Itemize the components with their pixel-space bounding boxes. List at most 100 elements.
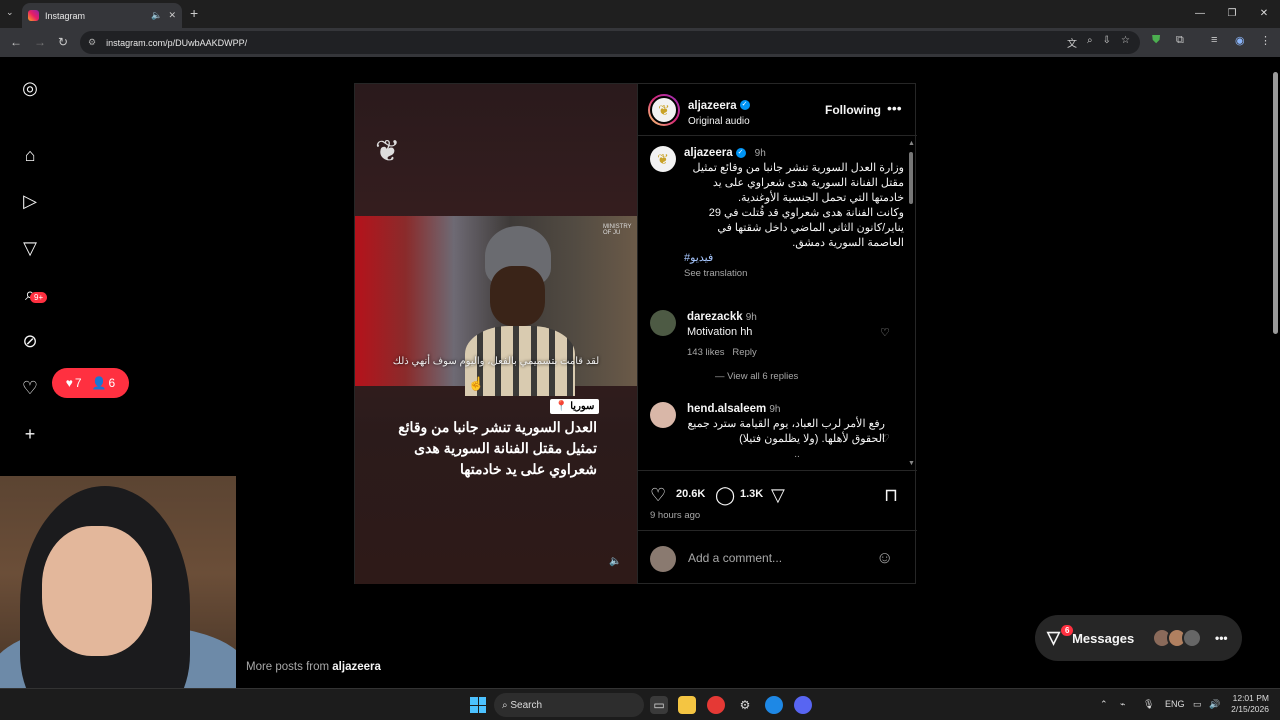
- audio-label[interactable]: Original audio: [688, 116, 750, 127]
- start-icon[interactable]: [470, 697, 486, 713]
- restore-icon[interactable]: ❐: [1216, 0, 1248, 28]
- author-username[interactable]: aljazeera: [688, 100, 737, 112]
- zoom-icon[interactable]: ⌕: [1087, 35, 1093, 50]
- notifications-heart-icon[interactable]: ♡: [19, 377, 41, 399]
- address-bar[interactable]: ⚙ instagram.com/p/DUwbAAKDWPP/: [80, 31, 1140, 54]
- messages-more-icon[interactable]: •••: [1215, 631, 1228, 645]
- instagram-favicon-icon: [28, 10, 39, 21]
- comments-section[interactable]: ❦ aljazeera ✓ 9h وزارة العدل السورية تنشر…: [638, 136, 917, 470]
- comment-text: رفع الأمر لرب العباد، يوم القيامة سترد ج…: [687, 418, 885, 445]
- comment-icon[interactable]: ◯: [715, 485, 735, 506]
- video-headline: العدل السورية تنشر جانبا من وقائع تمثيل …: [398, 419, 597, 477]
- reload-icon[interactable]: ↻: [58, 35, 68, 49]
- taskbar-search[interactable]: ⌕ Search: [494, 693, 644, 717]
- extensions-icon[interactable]: ⧉: [1176, 34, 1184, 47]
- tab-search-icon[interactable]: ⌄: [6, 7, 14, 18]
- see-translation-link[interactable]: See translation: [684, 266, 904, 281]
- settings-icon[interactable]: ⚙: [736, 696, 754, 714]
- commenter-avatar[interactable]: [650, 310, 676, 336]
- caption-username[interactable]: aljazeera: [684, 147, 733, 159]
- create-icon[interactable]: +: [19, 423, 41, 445]
- video-subtitle: لقد قامت بتسميمي بالفعل، واليوم سوف أنهي…: [392, 356, 600, 367]
- caption-avatar[interactable]: ❦: [650, 146, 676, 172]
- share-icon[interactable]: ▽: [771, 485, 785, 506]
- verified-badge-icon: ✓: [735, 148, 746, 159]
- tab-close-icon[interactable]: ✕: [168, 10, 176, 21]
- direct-messages-icon[interactable]: ▽: [19, 237, 41, 259]
- messages-badge: 9+: [30, 292, 48, 303]
- bookmark-star-icon[interactable]: ☆: [1121, 35, 1130, 50]
- task-view-icon[interactable]: ▭: [650, 696, 668, 714]
- emoji-icon[interactable]: ☺: [876, 548, 893, 568]
- comment-time: 9h: [745, 312, 757, 323]
- home-icon[interactable]: ⌂: [19, 144, 41, 166]
- site-info-icon[interactable]: ⚙: [88, 37, 96, 48]
- comments-scrollbar[interactable]: ▲ ▼: [908, 140, 915, 467]
- new-tab-button[interactable]: +: [190, 5, 198, 21]
- comment-like-icon[interactable]: ♡: [880, 326, 890, 339]
- like-icon[interactable]: ♡: [650, 485, 666, 506]
- language-indicator[interactable]: ENG: [1165, 699, 1185, 709]
- more-posts-user[interactable]: aljazeera: [332, 661, 381, 673]
- shield-extension-icon[interactable]: ⛊: [1152, 34, 1160, 47]
- volume-icon[interactable]: 🔈: [609, 556, 621, 567]
- chrome-icon[interactable]: [707, 696, 725, 714]
- install-icon[interactable]: ⇩: [1103, 35, 1111, 50]
- comment-likes[interactable]: 143 likes: [687, 347, 725, 358]
- commenter-username[interactable]: hend.alsaleem: [687, 403, 766, 415]
- add-comment-input[interactable]: Add a comment...: [688, 551, 782, 565]
- verified-badge-icon: ✓: [739, 99, 750, 110]
- instagram-logo-icon[interactable]: ◎: [19, 77, 41, 99]
- close-window-icon[interactable]: ✕: [1248, 0, 1280, 28]
- media-icon[interactable]: ≡: [1211, 34, 1217, 46]
- tray-arrow-icon[interactable]: ⌃: [1100, 699, 1108, 710]
- file-explorer-icon[interactable]: [678, 696, 696, 714]
- aljazeera-logo-icon: ❦: [375, 135, 401, 168]
- menu-dots-icon[interactable]: ⋮: [1260, 34, 1271, 47]
- scroll-up-icon[interactable]: ▲: [908, 140, 915, 147]
- view-replies-link[interactable]: — View all 6 replies: [687, 369, 907, 384]
- browser-tab[interactable]: Instagram 🔈 ✕: [22, 3, 182, 28]
- notification-popup[interactable]: ♥ 7 👤 6: [52, 368, 129, 398]
- reply-button[interactable]: Reply: [732, 347, 756, 358]
- commenter-avatar[interactable]: [650, 402, 676, 428]
- mic-icon[interactable]: 🎙: [1143, 699, 1154, 710]
- post-time: 9 hours ago: [650, 510, 701, 521]
- minimize-icon[interactable]: —: [1184, 0, 1216, 28]
- discord-icon[interactable]: [794, 696, 812, 714]
- display-icon[interactable]: ▭: [1193, 699, 1202, 710]
- edge-icon[interactable]: [765, 696, 783, 714]
- following-button[interactable]: Following: [825, 103, 881, 117]
- viewer-avatar: [650, 546, 676, 572]
- post-video[interactable]: ❦ MINISTRY OF JU لقد قامت بتسميمي بالفعل…: [355, 84, 637, 584]
- webcam-overlay: [0, 476, 236, 720]
- commenter-username[interactable]: darezackk: [687, 311, 743, 323]
- caption-text-2: وكانت الفنانة هدى شعراوي قد قُتلت في 29 …: [708, 207, 904, 249]
- post-modal: ❦ MINISTRY OF JU لقد قامت بتسميمي بالفعل…: [354, 83, 917, 584]
- author-avatar[interactable]: ❦: [648, 94, 680, 126]
- more-options-icon[interactable]: •••: [887, 100, 902, 116]
- taskbar-clock[interactable]: 12:01 PM 2/15/2026: [1225, 693, 1269, 715]
- comment-like-icon[interactable]: ♡: [880, 432, 890, 445]
- forward-icon[interactable]: →: [34, 35, 46, 49]
- reels-icon[interactable]: ▷: [19, 190, 41, 212]
- explore-icon[interactable]: ⊘: [19, 330, 41, 352]
- messages-avatars: [1152, 628, 1202, 648]
- comment-row: darezackk 9h Motivation hh 143 likes Rep…: [650, 310, 905, 392]
- profile-icon[interactable]: ◉: [1235, 34, 1245, 47]
- comment-more[interactable]: ..: [687, 447, 907, 462]
- audio-icon[interactable]: 🔈: [151, 10, 162, 21]
- save-bookmark-icon[interactable]: ⊓: [884, 485, 898, 506]
- like-count[interactable]: 20.6K: [676, 488, 705, 500]
- volume-tray-icon[interactable]: 🔊: [1209, 699, 1220, 710]
- back-icon[interactable]: ←: [10, 35, 22, 49]
- mouse-cursor-icon: ☝: [468, 376, 485, 391]
- comment-count[interactable]: 1.3K: [740, 488, 763, 500]
- scroll-down-icon[interactable]: ▼: [908, 460, 915, 467]
- page-scrollbar[interactable]: [1270, 57, 1280, 687]
- messages-button[interactable]: ▽ 6 Messages •••: [1035, 615, 1242, 661]
- caption-hashtag[interactable]: #فيديو: [684, 251, 904, 266]
- network-icon[interactable]: ⌁: [1120, 699, 1125, 710]
- translate-icon[interactable]: 文: [1067, 35, 1077, 50]
- url-text: instagram.com/p/DUwbAAKDWPP/: [106, 37, 248, 48]
